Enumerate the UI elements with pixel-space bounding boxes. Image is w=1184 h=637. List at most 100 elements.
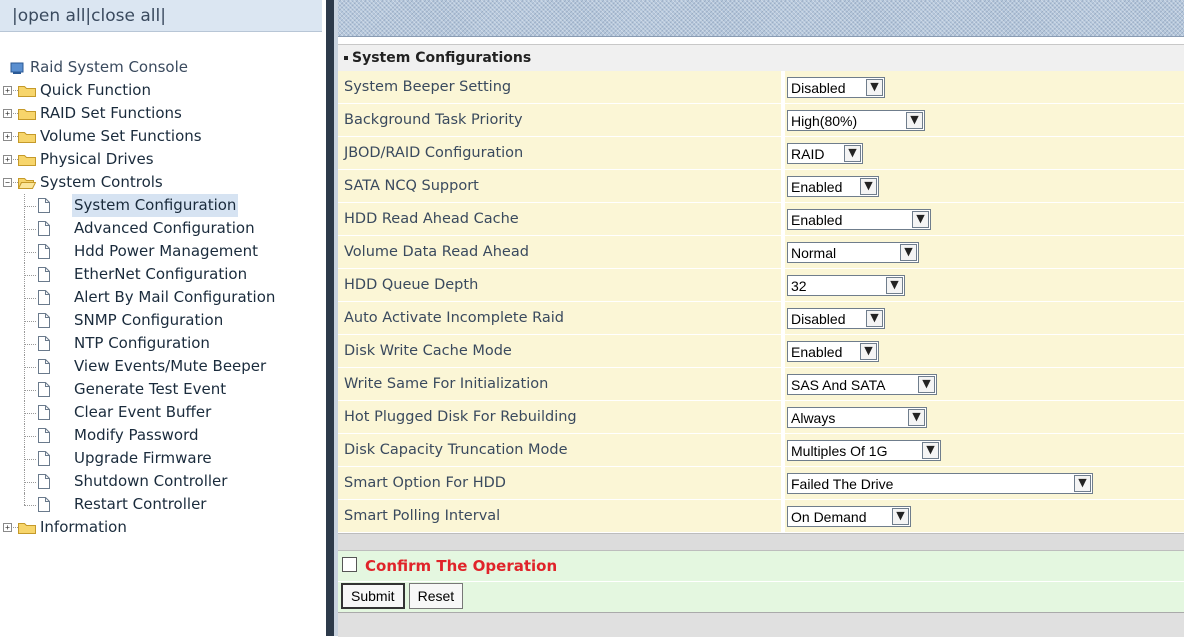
- select-value: On Demand: [791, 508, 867, 525]
- tree-item-label: Restart Controller: [74, 495, 207, 513]
- tree-connector: [24, 459, 36, 460]
- expand-icon[interactable]: +: [3, 523, 12, 532]
- config-row: Disk Write Cache Mode Enabled ▼: [338, 334, 1184, 368]
- bullet-icon: [344, 56, 348, 60]
- tree-item-label: Shutdown Controller: [74, 472, 228, 490]
- page-icon: [38, 359, 50, 374]
- page-icon: [38, 267, 50, 282]
- tree-item-label: SNMP Configuration: [74, 311, 224, 329]
- setting-value-cell: SAS And SATA ▼: [783, 367, 1184, 401]
- tree-item-label: NTP Configuration: [74, 334, 210, 352]
- chevron-down-icon[interactable]: ▼: [866, 78, 883, 96]
- setting-select[interactable]: On Demand ▼: [787, 505, 911, 527]
- chevron-down-icon[interactable]: ▼: [900, 243, 917, 261]
- setting-select[interactable]: Enabled ▼: [787, 340, 879, 362]
- chevron-down-icon[interactable]: ▼: [866, 309, 883, 327]
- folder-open-icon: [18, 176, 36, 189]
- chevron-down-icon[interactable]: ▼: [922, 441, 939, 459]
- tree-connector: [24, 482, 36, 483]
- page-icon: [38, 405, 50, 420]
- setting-value-cell: Enabled ▼: [783, 334, 1184, 368]
- chevron-down-icon[interactable]: ▼: [860, 177, 877, 195]
- config-row: Background Task Priority High(80%) ▼: [338, 103, 1184, 137]
- setting-select[interactable]: SAS And SATA ▼: [787, 373, 937, 395]
- setting-select[interactable]: High(80%) ▼: [787, 109, 925, 131]
- chevron-down-icon[interactable]: ▼: [908, 408, 925, 426]
- expand-icon[interactable]: +: [3, 86, 12, 95]
- submit-button[interactable]: Submit: [341, 583, 405, 609]
- select-value: Enabled: [791, 343, 843, 360]
- frame-divider[interactable]: [326, 0, 334, 636]
- collapse-icon[interactable]: −: [3, 178, 12, 187]
- top-banner: [338, 0, 1184, 37]
- chevron-down-icon[interactable]: ▼: [918, 375, 935, 393]
- content-frame: System Configurations System Beeper Sett…: [338, 0, 1184, 637]
- tree-root-label: Raid System Console: [30, 58, 188, 76]
- select-value: Disabled: [791, 79, 846, 96]
- setting-select[interactable]: Multiples Of 1G ▼: [787, 439, 941, 461]
- config-row: HDD Read Ahead Cache Enabled ▼: [338, 202, 1184, 236]
- folder-icon: [18, 153, 36, 166]
- chevron-down-icon[interactable]: ▼: [844, 144, 861, 162]
- tree-folder-label: System Controls: [40, 173, 163, 191]
- config-row: Disk Capacity Truncation Mode Multiples O…: [338, 433, 1184, 467]
- setting-select[interactable]: RAID ▼: [787, 142, 863, 164]
- chevron-down-icon[interactable]: ▼: [912, 210, 929, 228]
- navigation-frame: |open all|close all| Raid System Console…: [0, 0, 326, 636]
- config-row: Auto Activate Incomplete Raid Disabled ▼: [338, 301, 1184, 335]
- setting-select[interactable]: Disabled ▼: [787, 307, 885, 329]
- setting-select[interactable]: Enabled ▼: [787, 208, 931, 230]
- setting-label: HDD Read Ahead Cache: [338, 202, 785, 236]
- setting-select[interactable]: Enabled ▼: [787, 175, 879, 197]
- tree-item-label: System Configuration: [72, 194, 239, 217]
- setting-value-cell: Disabled ▼: [783, 301, 1184, 335]
- select-value: High(80%): [791, 112, 858, 129]
- page-icon: [38, 497, 50, 512]
- tree-connector: [24, 321, 36, 322]
- config-row: Smart Polling Interval On Demand ▼: [338, 499, 1184, 533]
- config-row: Write Same For Initialization SAS And SAT…: [338, 367, 1184, 401]
- setting-select[interactable]: Failed The Drive ▼: [787, 472, 1093, 494]
- tree-item-label: View Events/Mute Beeper: [74, 357, 267, 375]
- tree-item-label: Generate Test Event: [74, 380, 227, 398]
- setting-select[interactable]: Normal ▼: [787, 241, 919, 263]
- config-row: System Beeper Setting Disabled ▼: [338, 71, 1184, 104]
- config-row: Volume Data Read Ahead Normal ▼: [338, 235, 1184, 269]
- tree-item-label: Alert By Mail Configuration: [74, 288, 276, 306]
- reset-button[interactable]: Reset: [408, 583, 464, 609]
- tree-connector: [24, 252, 36, 253]
- open-all-link[interactable]: |open all: [12, 6, 85, 26]
- tree-folder-label: Volume Set Functions: [40, 127, 202, 145]
- tree-item-label: Clear Event Buffer: [74, 403, 212, 421]
- setting-label: HDD Queue Depth: [338, 268, 785, 302]
- chevron-down-icon[interactable]: ▼: [860, 342, 877, 360]
- confirm-checkbox[interactable]: [342, 557, 357, 572]
- folder-icon: [18, 130, 36, 143]
- chevron-down-icon[interactable]: ▼: [906, 111, 923, 129]
- chevron-down-icon[interactable]: ▼: [892, 507, 909, 525]
- page-icon: [38, 451, 50, 466]
- button-row: Submit Reset: [338, 582, 1184, 612]
- setting-select[interactable]: Always ▼: [787, 406, 927, 428]
- tree-connector: [24, 298, 36, 299]
- chevron-down-icon[interactable]: ▼: [886, 276, 903, 294]
- expand-icon[interactable]: +: [3, 109, 12, 118]
- select-value: Failed The Drive: [791, 475, 894, 492]
- chevron-down-icon[interactable]: ▼: [1074, 474, 1091, 492]
- setting-label: Disk Write Cache Mode: [338, 334, 785, 368]
- select-value: RAID: [791, 145, 825, 162]
- setting-label: Auto Activate Incomplete Raid: [338, 301, 785, 335]
- close-all-link[interactable]: |close all|: [85, 6, 166, 26]
- setting-label: Hot Plugged Disk For Rebuilding: [338, 400, 785, 434]
- tree-folder-label: Quick Function: [40, 81, 151, 99]
- expand-icon[interactable]: +: [3, 132, 12, 141]
- tree-connector: [24, 436, 36, 437]
- setting-select[interactable]: Disabled ▼: [787, 76, 885, 98]
- config-row: HDD Queue Depth 32 ▼: [338, 268, 1184, 302]
- tree-folder-label: RAID Set Functions: [40, 104, 182, 122]
- select-value: Disabled: [791, 310, 846, 327]
- expand-icon[interactable]: +: [3, 155, 12, 164]
- setting-select[interactable]: 32 ▼: [787, 274, 905, 296]
- setting-label: Smart Polling Interval: [338, 499, 785, 533]
- select-value: Multiples Of 1G: [791, 442, 888, 459]
